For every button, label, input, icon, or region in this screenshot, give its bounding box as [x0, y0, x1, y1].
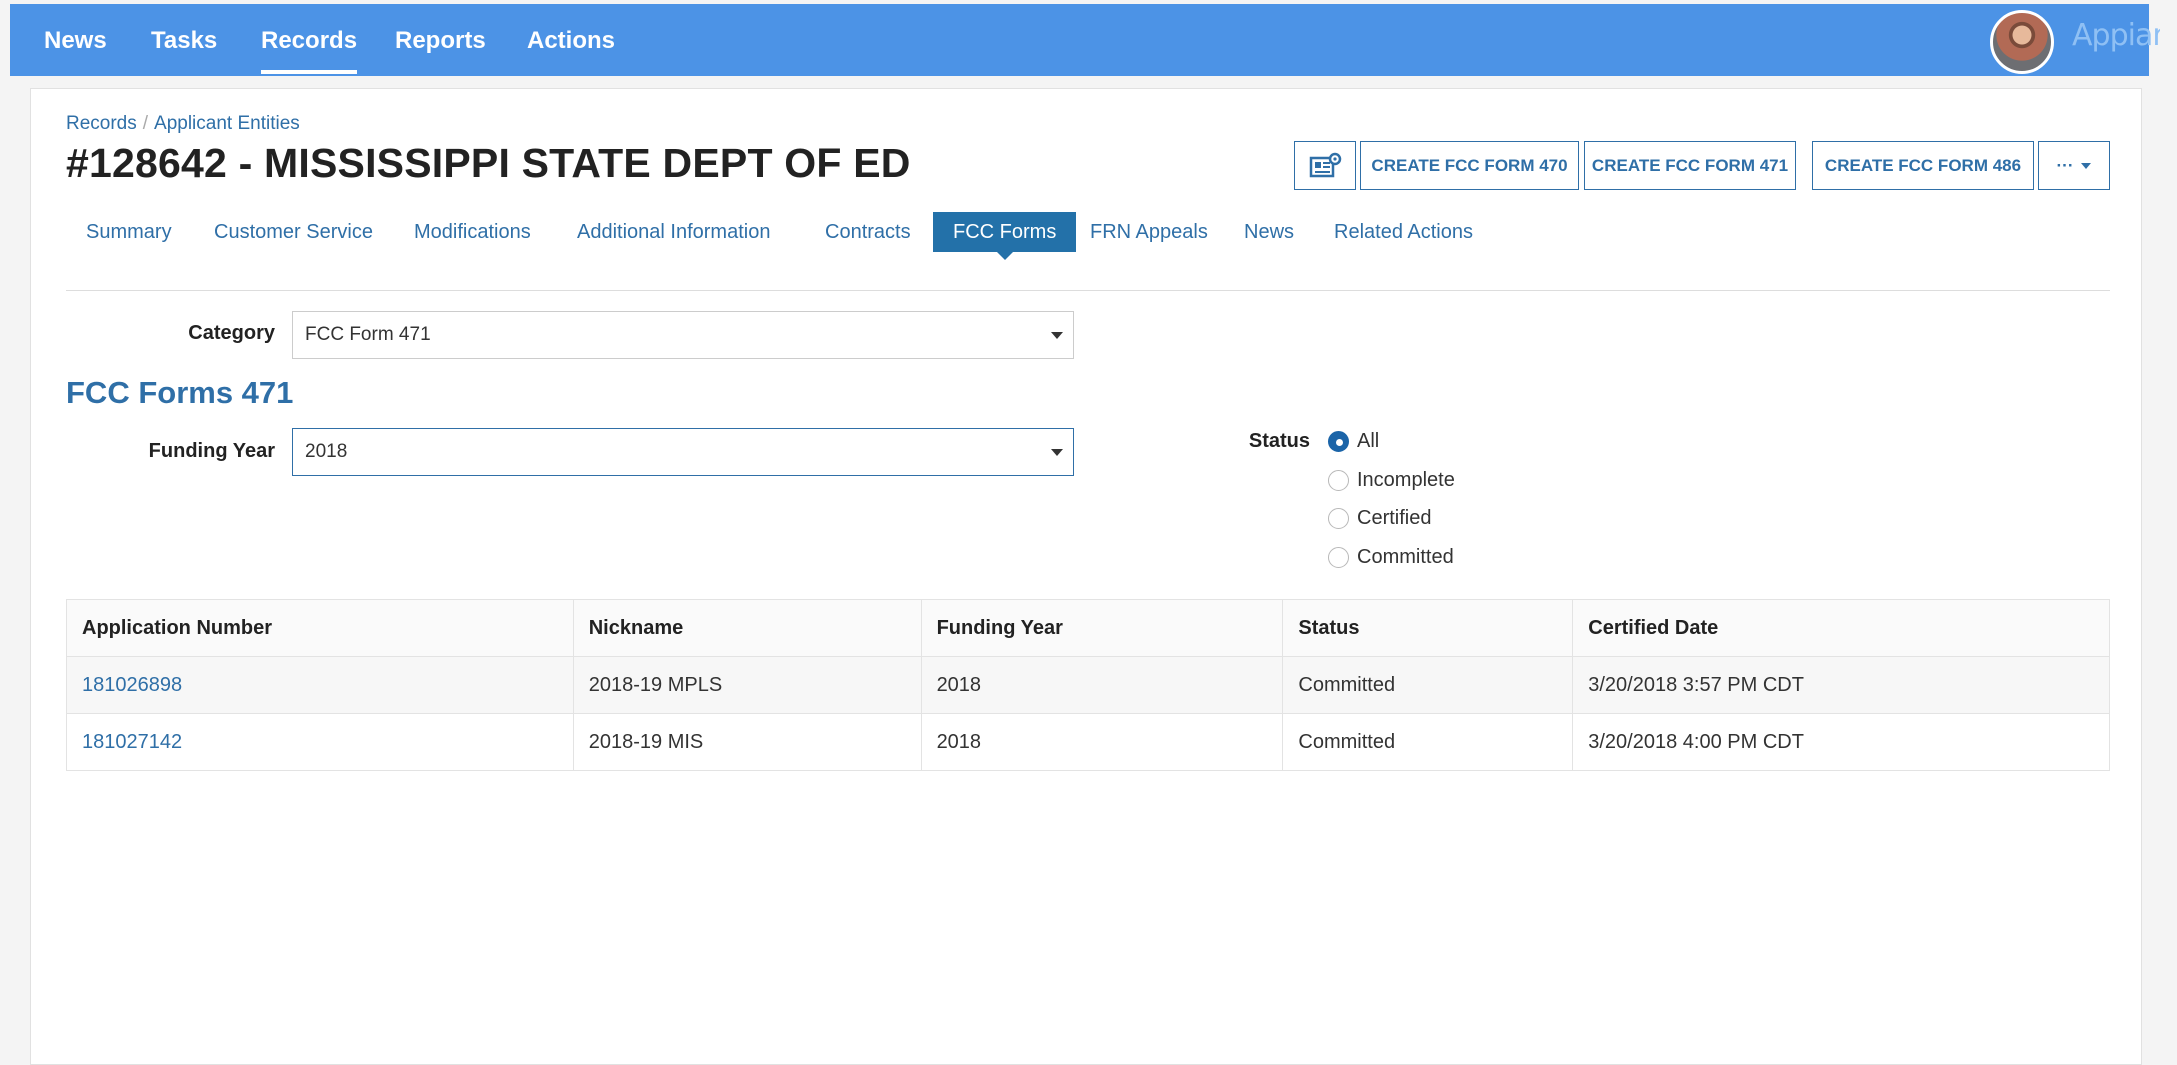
breadcrumb-records-link[interactable]: Records — [66, 113, 137, 134]
tab-summary[interactable]: Summary — [86, 212, 172, 252]
tab-divider — [66, 290, 2110, 291]
tab-related-actions[interactable]: Related Actions — [1334, 212, 1473, 252]
radio-selected-icon — [1328, 430, 1349, 452]
application-number-cell: 181026898 — [66, 656, 574, 714]
nav-item-reports[interactable]: Reports — [395, 4, 486, 76]
radio-unselected-icon — [1328, 507, 1349, 529]
radio-unselected-icon — [1328, 469, 1349, 491]
nickname-cell: 2018-19 MIS — [572, 713, 922, 771]
status-option-label: Committed — [1357, 545, 1454, 568]
tab-modifications[interactable]: Modifications — [414, 212, 531, 252]
nav-item-news[interactable]: News — [44, 4, 107, 76]
caret-down-icon — [1051, 449, 1063, 456]
status-cell: Committed — [1282, 713, 1574, 771]
nav-item-records[interactable]: Records — [261, 4, 358, 76]
tab-frn-appeals[interactable]: FRN Appeals — [1090, 212, 1208, 252]
category-dropdown[interactable]: FCC Form 471 — [292, 311, 1074, 359]
category-value: FCC Form 471 — [305, 324, 431, 345]
nav-item-tasks[interactable]: Tasks — [151, 4, 217, 76]
certified-date-cell: 3/20/2018 3:57 PM CDT — [1572, 656, 2110, 714]
funding-year-label: Funding Year — [148, 440, 275, 462]
tab-news[interactable]: News — [1244, 212, 1294, 252]
user-avatar[interactable] — [1990, 10, 2054, 74]
status-radio-certified[interactable]: Certified — [1328, 504, 1431, 532]
status-cell: Committed — [1282, 656, 1574, 714]
column-header-certified-date[interactable]: Certified Date — [1572, 599, 2110, 657]
forms-table: Application Number Nickname Funding Year… — [66, 599, 2110, 771]
application-number-link[interactable]: 181026898 — [82, 674, 182, 696]
tab-fcc-forms[interactable]: FCC Forms — [933, 212, 1077, 260]
create-fcc-form-486-button[interactable]: CREATE FCC FORM 486 — [1812, 141, 2034, 190]
category-label: Category — [188, 322, 275, 344]
section-title: FCC Forms 471 — [66, 375, 294, 410]
funding-year-dropdown[interactable]: 2018 — [292, 428, 1074, 476]
page-title: #128642 - MISSISSIPPI STATE DEPT OF ED — [66, 140, 911, 186]
nav-item-actions[interactable]: Actions — [527, 4, 615, 76]
status-label: Status — [1248, 430, 1310, 452]
nickname-cell: 2018-19 MPLS — [572, 656, 922, 714]
application-number-cell: 181027142 — [66, 713, 574, 771]
column-header-application-number[interactable]: Application Number — [66, 599, 574, 657]
funding-year-cell: 2018 — [920, 656, 1284, 714]
funding-year-cell: 2018 — [920, 713, 1284, 771]
create-fcc-form-470-button[interactable]: CREATE FCC FORM 470 — [1360, 141, 1579, 190]
status-option-label: Certified — [1357, 506, 1432, 529]
status-radio-all[interactable]: All — [1328, 427, 1379, 455]
more-actions-button[interactable]: ··· — [2038, 141, 2110, 190]
newspaper-gear-icon — [1308, 152, 1342, 180]
ellipsis-icon: ··· — [2056, 155, 2074, 175]
breadcrumb: Records / Applicant Entities — [66, 113, 300, 135]
funding-year-value: 2018 — [305, 441, 348, 462]
column-header-funding-year[interactable]: Funding Year — [920, 599, 1284, 657]
column-header-status[interactable]: Status — [1282, 599, 1574, 657]
column-header-nickname[interactable]: Nickname — [572, 599, 922, 657]
top-nav-bar: News Tasks Records Reports Actions — [10, 4, 2149, 76]
table-row: 181026898 2018-19 MPLS 2018 Committed 3/… — [66, 656, 2110, 714]
table-header-row: Application Number Nickname Funding Year… — [66, 599, 2110, 657]
page-margin — [2160, 0, 2177, 1065]
application-number-link[interactable]: 181027142 — [82, 731, 182, 753]
chevron-down-icon — [2081, 162, 2092, 169]
status-option-label: All — [1357, 429, 1380, 452]
tab-additional-information[interactable]: Additional Information — [577, 212, 770, 252]
table-row: 181027142 2018-19 MIS 2018 Committed 3/2… — [66, 713, 2110, 771]
radio-unselected-icon — [1328, 546, 1349, 568]
caret-down-icon — [1051, 332, 1063, 339]
breadcrumb-applicant-entities-link[interactable]: Applicant Entities — [154, 113, 300, 134]
status-radio-incomplete[interactable]: Incomplete — [1328, 466, 1455, 494]
status-radio-committed[interactable]: Committed — [1328, 543, 1454, 571]
tab-customer-service[interactable]: Customer Service — [214, 212, 373, 252]
tab-contracts[interactable]: Contracts — [825, 212, 911, 252]
breadcrumb-separator: / — [142, 113, 149, 134]
create-fcc-form-471-button[interactable]: CREATE FCC FORM 471 — [1584, 141, 1796, 190]
appian-logo: Appian — [2072, 18, 2171, 53]
certified-date-cell: 3/20/2018 4:00 PM CDT — [1572, 713, 2110, 771]
status-option-label: Incomplete — [1357, 468, 1455, 491]
news-action-button[interactable] — [1294, 141, 1356, 190]
